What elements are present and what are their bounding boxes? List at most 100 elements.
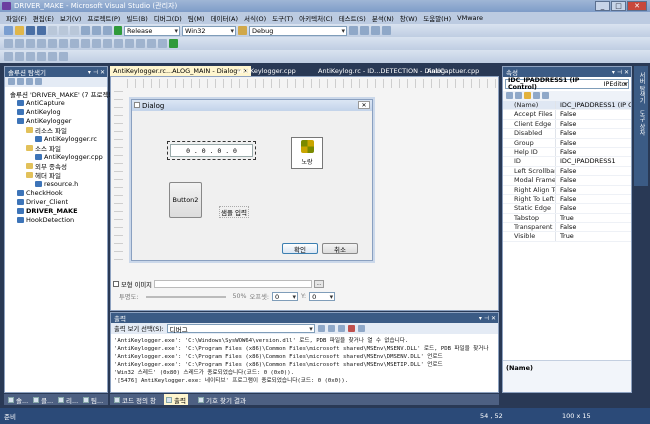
maximize-button[interactable]: □ <box>611 1 626 11</box>
dialog-preview[interactable]: Dialog ✕ 0 . 0 . 0 . 0 노랑 Button2 샘플 입력 … <box>131 99 373 261</box>
menu-item[interactable]: VMware <box>454 14 486 22</box>
minimize-button[interactable]: _ <box>595 1 610 11</box>
properties-icon[interactable] <box>8 78 15 85</box>
find-combo[interactable]: Debug <box>249 25 347 36</box>
find-icon[interactable] <box>238 26 247 35</box>
document-tab[interactable]: AntiCaptuer.cpp <box>424 66 482 76</box>
tree-item[interactable]: DRIVER_MAKE <box>5 206 107 215</box>
property-value[interactable]: False <box>555 129 631 138</box>
panel-pin-icon[interactable]: ▾ ⊣ ✕ <box>479 315 498 322</box>
property-value[interactable]: False <box>555 138 631 147</box>
properties-icon[interactable] <box>360 26 369 35</box>
property-row[interactable]: Help ID False <box>503 147 631 158</box>
overrides-icon[interactable] <box>542 92 549 99</box>
align-right-icon[interactable] <box>26 39 35 48</box>
save-all-icon[interactable] <box>37 26 46 35</box>
property-row[interactable]: ID IDC_IPADDRESS1 <box>503 157 631 167</box>
property-value[interactable]: False <box>555 223 631 232</box>
menu-item[interactable]: 편집(E) <box>30 13 57 23</box>
offset-x-input[interactable]: 0 <box>272 292 299 301</box>
property-value[interactable]: False <box>555 204 631 213</box>
tree-item[interactable]: 소스 파일 <box>5 143 107 153</box>
menu-item[interactable]: 디버그(D) <box>151 13 185 23</box>
left-panel-tab[interactable]: 솔... <box>6 394 30 405</box>
tree-item[interactable]: Driver_Client <box>5 197 107 206</box>
categorized-icon[interactable] <box>506 92 513 99</box>
document-tab[interactable]: AntiKeylogger.rc...ALOG_MAIN - Dialog* ✕ <box>110 66 252 76</box>
refresh-icon[interactable] <box>26 78 33 85</box>
property-row[interactable]: Client Edge False <box>503 119 631 130</box>
menu-item[interactable]: 도움말(H) <box>420 13 454 23</box>
property-value[interactable]: False <box>555 147 631 157</box>
property-row-name[interactable]: (Name) IDC_IPADDRESS1 (IP C <box>503 101 631 111</box>
uncomment-icon[interactable] <box>15 52 24 61</box>
properties-object-select[interactable]: IDC_IPADDRESS1 (IP Control) IPEditor <box>505 77 629 91</box>
property-value[interactable]: False <box>555 176 631 185</box>
menu-item[interactable]: 분석(N) <box>369 13 397 23</box>
bottom-panel-tab[interactable]: 코드 정의 창 <box>112 394 158 405</box>
paste-icon[interactable] <box>70 26 79 35</box>
make-same-size-icon[interactable] <box>136 39 145 48</box>
left-panel-tab[interactable]: 클... <box>31 394 55 405</box>
server-explorer-tab[interactable]: 서버 탐색기 <box>634 66 646 104</box>
toggle-guides-icon[interactable] <box>158 39 167 48</box>
browse-button[interactable]: ... <box>313 280 324 288</box>
button2[interactable]: Button2 <box>169 182 202 218</box>
static-text[interactable]: 샘플 입력 <box>219 206 249 218</box>
align-bottom-icon[interactable] <box>59 39 68 48</box>
tree-item[interactable]: AntiCapture <box>5 98 107 107</box>
property-row[interactable]: Disabled False <box>503 129 631 139</box>
new-project-icon[interactable] <box>4 26 13 35</box>
property-value[interactable]: False <box>555 185 631 194</box>
document-tab[interactable]: AntiKeylogger.cpp <box>234 66 299 76</box>
property-row[interactable]: Left Scrollbar False <box>503 166 631 177</box>
solution-explorer-icon[interactable] <box>349 26 358 35</box>
align-left-icon[interactable] <box>4 39 13 48</box>
show-all-files-icon[interactable] <box>17 78 24 85</box>
align-center-icon[interactable] <box>15 39 24 48</box>
property-value[interactable]: True <box>555 232 631 241</box>
menu-item[interactable]: 빌드(B) <box>123 13 151 23</box>
property-value[interactable]: IDC_IPADDRESS1 <box>555 157 631 166</box>
tree-item[interactable]: CheckHook <box>5 188 107 197</box>
solution-platform-select[interactable]: Win32 <box>182 25 236 36</box>
property-value[interactable]: False <box>555 119 631 129</box>
property-value[interactable]: False <box>555 110 631 119</box>
menu-item[interactable]: 테스트(S) <box>336 13 369 23</box>
menu-item[interactable]: 아키텍처(C) <box>296 13 336 23</box>
menu-item[interactable]: 창(W) <box>397 13 420 23</box>
property-row[interactable]: Right To Left ReadingFalse <box>503 194 631 205</box>
mockup-image-checkbox[interactable] <box>113 281 119 287</box>
property-row[interactable]: Visible True <box>503 232 631 242</box>
tree-item[interactable]: AntiKeylog <box>5 107 107 116</box>
toolbox-icon[interactable] <box>371 26 380 35</box>
solution-configuration-select[interactable]: Release <box>124 25 180 36</box>
toolbox-tab[interactable]: 도구 상자 <box>634 104 646 136</box>
space-across-icon[interactable] <box>92 39 101 48</box>
bookmark-icon[interactable] <box>48 52 57 61</box>
ip-address-control[interactable]: 0 . 0 . 0 . 0 <box>167 141 256 160</box>
test-dialog-icon[interactable] <box>169 39 178 48</box>
center-vertical-icon[interactable] <box>70 39 79 48</box>
menu-item[interactable]: 파일(F) <box>3 13 30 23</box>
align-middle-icon[interactable] <box>48 39 57 48</box>
menu-item[interactable]: 데이터(A) <box>208 13 241 23</box>
icon-control[interactable]: 노랑 <box>291 137 323 169</box>
dialog-close-icon[interactable]: ✕ <box>358 101 370 109</box>
tree-item[interactable]: 헤더 파일 <box>5 170 107 180</box>
property-value[interactable]: False <box>555 194 631 204</box>
comment-icon[interactable] <box>4 52 13 61</box>
ok-button[interactable]: 확인 <box>282 243 318 254</box>
property-row[interactable]: Right Align TextFalse <box>503 185 631 195</box>
menu-item[interactable]: 서식(O) <box>241 13 269 23</box>
space-down-icon[interactable] <box>103 39 112 48</box>
outdent-icon[interactable] <box>37 52 46 61</box>
menu-item[interactable]: 팀(M) <box>185 13 208 23</box>
left-panel-tab[interactable]: 팀... <box>81 394 105 405</box>
center-horizontal-icon[interactable] <box>81 39 90 48</box>
cut-icon[interactable] <box>48 26 57 35</box>
property-value[interactable]: False <box>555 166 631 176</box>
menu-item[interactable]: 보기(V) <box>57 13 84 23</box>
property-row[interactable]: Group False <box>503 138 631 148</box>
make-same-height-icon[interactable] <box>125 39 134 48</box>
